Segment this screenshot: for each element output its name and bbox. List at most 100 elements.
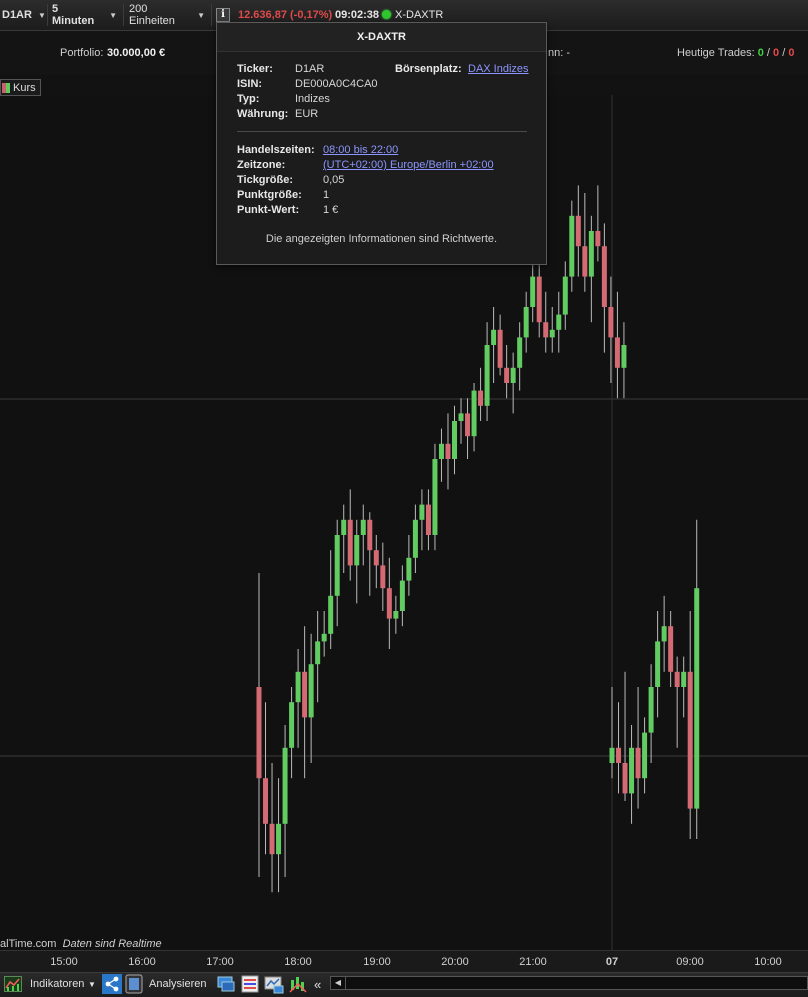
quote-time: 09:02:38 (335, 9, 380, 21)
candle-body-down (373, 550, 379, 566)
chevron-down-icon: ▼ (88, 979, 96, 989)
x-tick-label: 19:00 (363, 956, 391, 968)
x-tick-label: 07 (605, 956, 619, 968)
punktwert-value: 1 € (323, 204, 339, 216)
candle-body-down (601, 246, 607, 307)
candle-body-up (354, 535, 360, 566)
candle-body-down (425, 504, 431, 535)
portfolio-label: Portfolio: (60, 47, 104, 59)
interval-dropdown-label: 5 Minuten (52, 3, 95, 27)
popup-note: Die angezeigten Informationen sind Richt… (265, 233, 498, 245)
typ-label: Typ: (237, 93, 260, 105)
candle-body-down (302, 671, 308, 718)
candle-body-down (608, 307, 614, 338)
handelszeiten-link[interactable]: 08:00 bis 22:00 (323, 144, 398, 156)
units-dropdown-label: 200 Einheiten (129, 3, 175, 27)
candle-body-down (256, 687, 262, 779)
candle-body-up (523, 307, 529, 338)
share-icon (102, 974, 122, 994)
candle-body-up (419, 504, 425, 520)
trade-icon (289, 977, 307, 993)
chevron-down-icon: ▼ (197, 10, 205, 20)
candle-body-up (629, 747, 635, 794)
last-price: 12.636,87 (-0,17%) (238, 9, 332, 21)
ticker-dropdown[interactable]: D1AR ▼ (0, 4, 48, 26)
x-tick-label: 16:00 (128, 956, 156, 968)
analysieren-button[interactable]: Analysieren (124, 974, 206, 994)
indikatoren-dropdown-chevron[interactable]: ▼ (88, 974, 96, 994)
waehrung-value: EUR (295, 108, 319, 120)
ticker-dropdown-label: D1AR (2, 9, 32, 21)
candle-body-down (380, 565, 386, 589)
candle-body-up (569, 215, 575, 277)
candle-body-up (452, 421, 457, 459)
legend-kurs[interactable]: Kurs (0, 79, 41, 96)
chevron-down-icon: ▼ (109, 10, 117, 20)
candle-body-down (595, 231, 601, 247)
info-icon[interactable]: i (216, 8, 230, 22)
candle-body-up (661, 626, 667, 642)
candle-body-down (367, 519, 373, 551)
chart-scrollbar[interactable]: ◀ (330, 976, 808, 990)
trades-separator: / (782, 47, 786, 59)
candle[interactable] (432, 443, 438, 551)
candle-body-down (616, 747, 622, 763)
candle-body-up (321, 633, 327, 642)
candle-body-down (614, 337, 620, 368)
tick-value: 0,05 (323, 174, 345, 186)
candle-body-up (530, 276, 536, 307)
gewinn-value: - (566, 47, 571, 59)
candle-body-up (393, 611, 399, 619)
indicator-chart-icon (4, 976, 22, 992)
units-dropdown[interactable]: 200 Einheiten ▼ (127, 3, 212, 27)
chart-window-icon (264, 976, 284, 994)
candle-body-up (399, 580, 405, 611)
candle-body-down (582, 246, 588, 277)
gewinn-indicator: nn: - (548, 47, 570, 59)
punkt-label: Punktgröße: (237, 189, 302, 201)
trades-red-count: 0 (773, 47, 780, 59)
isin-value: DE000A0C4CA0 (295, 78, 378, 90)
x-tick-label: 09:00 (676, 956, 704, 968)
candle-body-up (549, 329, 555, 338)
boerse-link[interactable]: DAX Indizes (468, 63, 529, 75)
trade-button[interactable] (288, 974, 308, 994)
scroll-left-icon[interactable]: ◀ (331, 977, 346, 989)
candle-body-up (588, 231, 594, 277)
candle-body-up (510, 367, 516, 383)
chat-button[interactable] (216, 974, 236, 994)
todays-trades: Heutige Trades: 0 / 0 / 0 (677, 47, 794, 59)
analysieren-label: Analysieren (149, 978, 207, 990)
candle-body-up (609, 747, 615, 763)
status-dot-icon (382, 10, 391, 19)
zeitzone-link[interactable]: (UTC+02:00) Europe/Berlin +02:00 (323, 159, 494, 171)
orderbook-button[interactable] (240, 974, 260, 994)
gewinn-label: nn: (548, 47, 564, 59)
candle-body-up (412, 519, 418, 558)
share-button[interactable] (102, 974, 122, 994)
typ-value: Indizes (295, 93, 330, 105)
realtime-note: Daten sind Realtime (62, 938, 162, 950)
instrument-name: X-DAXTR (395, 9, 444, 21)
candle-body-up (491, 329, 497, 345)
candle-body-up (360, 519, 366, 535)
candle-body-up (556, 314, 562, 330)
candle-body-down (635, 747, 641, 779)
interval-dropdown[interactable]: 5 Minuten ▼ (50, 3, 124, 27)
x-tick-label: 21:00 (519, 956, 547, 968)
candle-body-up (681, 671, 687, 687)
x-tick-label: 20:00 (441, 956, 469, 968)
candle-body-up (432, 459, 438, 535)
trades-separator: / (766, 47, 770, 59)
indikatoren-button[interactable]: Indikatoren (4, 974, 84, 994)
candle-body-up (334, 535, 340, 596)
collapse-button[interactable]: « (314, 974, 321, 994)
candle-body-down (386, 588, 392, 619)
data-source-note: alTime.com Daten sind Realtime (0, 938, 162, 950)
candle-body-up (458, 413, 464, 421)
candle-body-down (465, 413, 471, 437)
chart-window-button[interactable] (264, 974, 284, 994)
chat-icon (217, 976, 235, 992)
candle-body-down (497, 329, 503, 368)
punktwert-label: Punkt-Wert: (237, 204, 300, 216)
